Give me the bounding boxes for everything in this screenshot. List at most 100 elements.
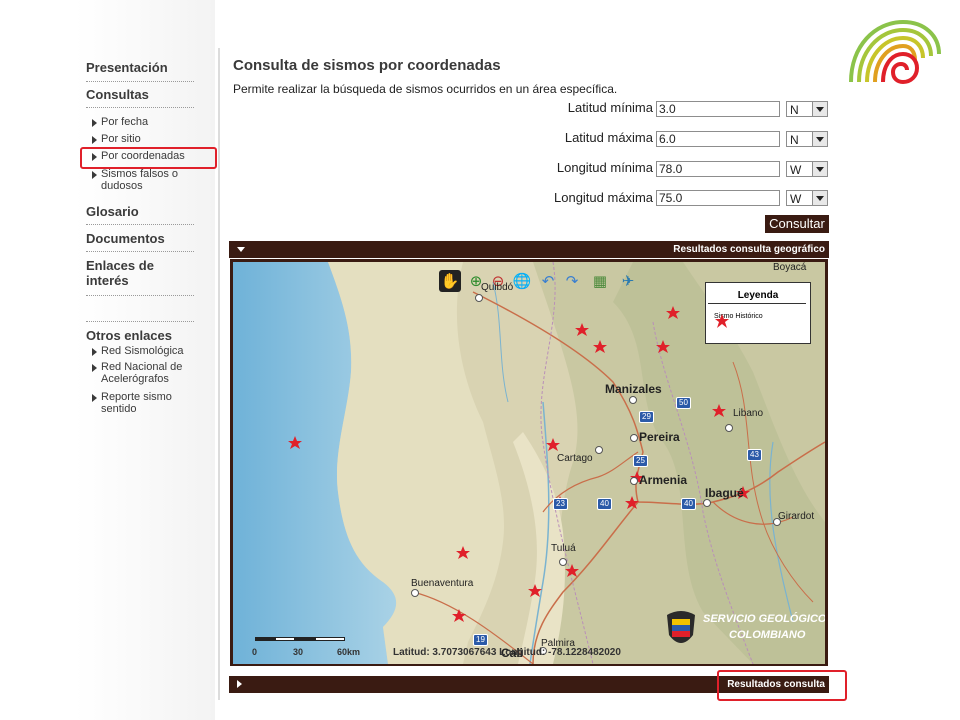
lat-max-input[interactable]: [656, 131, 780, 147]
bullet-arrow-icon: [92, 171, 97, 179]
form-row-lat-min: Latitud mínima: [500, 100, 653, 118]
city-dot: [411, 589, 419, 597]
form-row-lat-max: Latitud máxima: [500, 130, 653, 148]
select-value: N: [790, 133, 799, 147]
city-label-libano: Libano: [733, 408, 764, 419]
map-legend: Leyenda Sismo Histórico: [705, 282, 811, 344]
legend-title: Leyenda: [737, 290, 779, 301]
divider: [86, 81, 194, 82]
lon-min-input[interactable]: [656, 161, 780, 177]
field-label: Latitud mínima: [567, 100, 653, 115]
sidebar-item-glosario[interactable]: Glosario: [86, 204, 139, 219]
road-shield: 43: [747, 449, 762, 461]
map-viewport[interactable]: ✋ ⊕ ⊖ 🌐 ↶ ↷ ▦ ✈ Quibdó Manizales Pereira…: [233, 262, 825, 664]
map-layers-icon[interactable]: ▦: [589, 270, 611, 292]
city-label-cartago: Cartago: [557, 453, 593, 464]
coat-of-arms-icon: [667, 611, 695, 643]
logo-text-line: COLOMBIANO: [729, 629, 806, 641]
page-description: Permite realizar la búsqueda de sismos o…: [233, 82, 618, 96]
divider: [86, 321, 194, 322]
road-shield: 19: [473, 634, 488, 646]
results-geo-bar[interactable]: Resultados consulta geográfico: [229, 241, 829, 258]
sidebar-subitem-label: Por sitio: [101, 133, 141, 145]
road-shield: 50: [676, 397, 691, 409]
expand-arrow-icon[interactable]: [237, 680, 242, 688]
form-row-lon-min: Longitud mínima: [500, 160, 653, 178]
logo-text-line: SERVICIO GEOLÓGICO: [703, 613, 825, 625]
lon-max-input[interactable]: [656, 190, 780, 206]
sidebar-subitem-red-sismologica[interactable]: Red Sismológica: [92, 345, 184, 357]
city-label-quibdo: Quibdó: [481, 282, 514, 293]
city-dot: [630, 477, 638, 485]
road-shield: 40: [681, 498, 696, 510]
pan-hand-icon[interactable]: ✋: [439, 270, 461, 292]
bullet-arrow-icon: [92, 348, 97, 356]
export-icon[interactable]: ✈: [617, 270, 639, 292]
city-label-manizales: Manizales: [605, 382, 662, 396]
city-dot: [475, 294, 483, 302]
city-dot: [725, 424, 733, 432]
bullet-arrow-icon: [92, 394, 97, 402]
consultar-button[interactable]: Consultar: [765, 215, 829, 233]
chevron-down-icon[interactable]: [812, 102, 827, 116]
bullet-arrow-icon: [92, 364, 97, 372]
road-shield: 29: [639, 411, 654, 423]
undo-arrow-icon[interactable]: ↶: [537, 270, 559, 292]
city-label-pereira: Pereira: [639, 430, 680, 444]
sidebar-item-documentos[interactable]: Documentos: [86, 231, 165, 246]
city-label-girardot: Girardot: [778, 511, 815, 522]
chevron-down-icon[interactable]: [812, 162, 827, 176]
redo-arrow-icon[interactable]: ↷: [561, 270, 583, 292]
sidebar-item-otros-enlaces: Otros enlaces: [86, 328, 172, 343]
city-label-buenaventura: Buenaventura: [411, 578, 474, 589]
sidebar-subitem-label: Por fecha: [101, 116, 149, 128]
sidebar-item-presentacion[interactable]: Presentación: [86, 60, 168, 75]
lon-min-direction-select[interactable]: W: [786, 161, 828, 177]
bullet-arrow-icon: [92, 136, 97, 144]
scale-segment: [315, 637, 345, 641]
sidebar-subitem-por-fecha[interactable]: Por fecha: [92, 116, 148, 128]
city-dot: [630, 434, 638, 442]
sidebar-item-enlaces[interactable]: Enlaces de interés: [86, 258, 176, 288]
scale-segment: [295, 637, 315, 641]
collapse-arrow-icon[interactable]: [237, 247, 245, 252]
sgc-logo: SERVICIO GEOLÓGICO COLOMBIANO: [663, 607, 825, 662]
sidebar-subitem-label: Red Nacional de Acelerógrafos: [101, 361, 183, 385]
field-label: Longitud máxima: [554, 190, 653, 205]
lat-max-direction-select[interactable]: N: [786, 131, 828, 147]
divider: [708, 303, 806, 304]
sidebar-subitem-por-sitio[interactable]: Por sitio: [92, 133, 141, 145]
scale-segment: [275, 637, 295, 641]
globe-icon[interactable]: 🌐: [511, 270, 533, 292]
legend-item: Sismo Histórico: [714, 313, 763, 328]
form-row-lon-max: Longitud máxima: [500, 190, 653, 208]
page-title: Consulta de sismos por coordenadas: [233, 57, 501, 74]
sidebar-subitem-red-acelerografos[interactable]: Red Nacional de Acelerógrafos: [92, 361, 204, 385]
city-label-ibague: Ibagué: [705, 486, 744, 500]
city-dot: [559, 558, 567, 566]
divider: [218, 48, 220, 700]
lat-min-input[interactable]: [656, 101, 780, 117]
field-label: Longitud mínima: [556, 160, 653, 175]
star-marker-icon: [715, 314, 729, 328]
lat-min-direction-select[interactable]: N: [786, 101, 828, 117]
highlight-resultados-consulta: [717, 670, 847, 701]
sidebar-item-consultas[interactable]: Consultas: [86, 87, 149, 102]
scale-label: 0: [252, 647, 258, 657]
divider: [86, 224, 194, 225]
road-shield: 40: [597, 498, 612, 510]
chevron-down-icon[interactable]: [812, 132, 827, 146]
select-value: W: [790, 163, 802, 177]
chevron-down-icon[interactable]: [812, 191, 827, 205]
city-dot: [703, 499, 711, 507]
road-shield: 25: [633, 455, 648, 467]
scale-label: 30: [293, 647, 304, 657]
highlight-por-coordenadas: [80, 147, 217, 169]
field-label: Latitud máxima: [564, 130, 653, 145]
lon-max-direction-select[interactable]: W: [786, 190, 828, 206]
sidebar-subitem-sismos-falsos[interactable]: Sismos falsos o dudosos: [92, 168, 192, 192]
sidebar-subitem-reporte-sismo[interactable]: Reporte sismo sentido: [92, 391, 192, 415]
scale-segment: [255, 637, 275, 641]
divider: [86, 295, 194, 296]
city-label-boyaca: Boyacá: [773, 262, 807, 273]
